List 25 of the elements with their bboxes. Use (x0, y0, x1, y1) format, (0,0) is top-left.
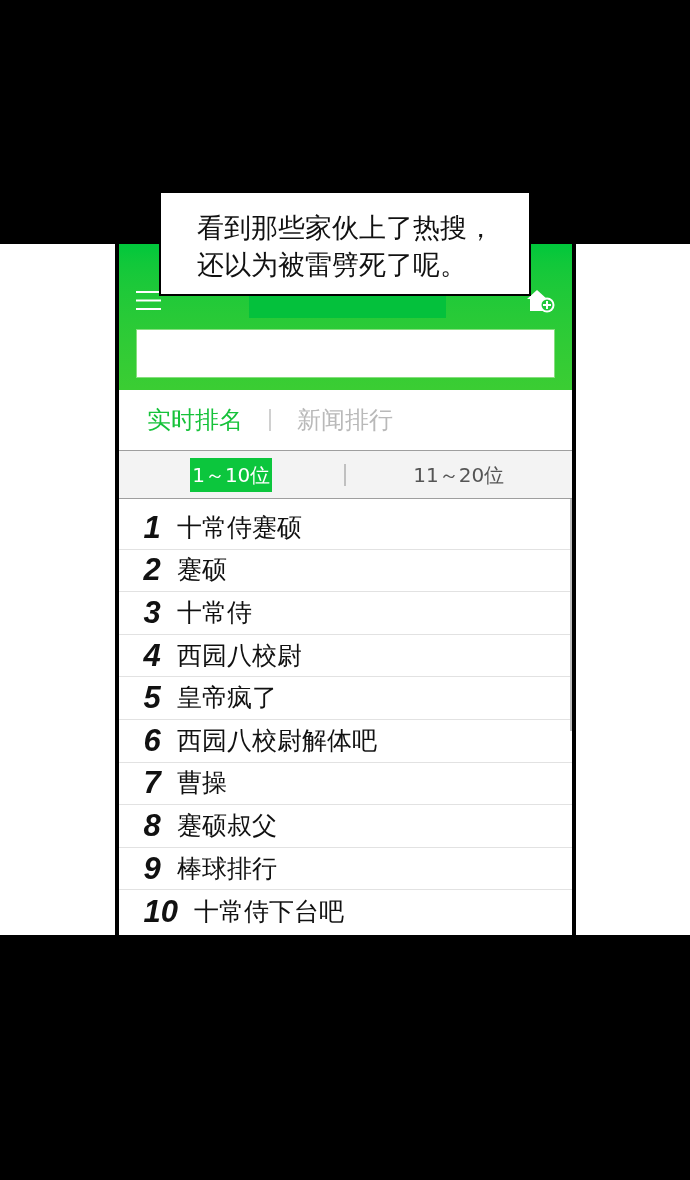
rank-number: 3 (143, 595, 161, 631)
ranking-item-title[interactable]: 蹇硕 (176, 554, 227, 587)
home-plus-icon[interactable] (525, 287, 555, 313)
rank-number: 7 (143, 765, 161, 802)
ranking-item-title[interactable]: 曹操 (176, 767, 227, 800)
ranking-item-title[interactable]: 棒球排行 (176, 852, 277, 885)
ranking-item-title[interactable]: 西园八校尉解体吧 (176, 724, 377, 757)
rank-number: 10 (143, 893, 178, 930)
ranking-item-title[interactable]: 十常侍 (176, 597, 252, 629)
rank-number: 9 (143, 850, 161, 887)
rank-number: 8 (143, 807, 161, 844)
ranking-item-title[interactable]: 十常侍下台吧 (194, 895, 344, 928)
ranking-item-title[interactable]: 西园八校尉 (176, 639, 302, 672)
ranking-item-title[interactable]: 十常侍蹇硕 (176, 511, 302, 544)
menu-icon[interactable] (135, 290, 161, 310)
ranking-item-title[interactable]: 蹇硕叔父 (176, 809, 277, 842)
rank-number: 2 (143, 552, 161, 589)
search-field[interactable] (135, 329, 555, 378)
rank-number: 4 (143, 637, 161, 674)
rank-number: 5 (143, 680, 161, 717)
rank-number: 1 (143, 509, 161, 546)
range-tab[interactable]: 11～20位 (411, 457, 507, 492)
rank-number: 6 (143, 722, 161, 759)
speech-text: 看到那些家伙上了热搜， 还以为被雷劈死了呢。 (197, 211, 495, 282)
ranking-item-title[interactable]: 皇帝疯了 (176, 682, 277, 715)
